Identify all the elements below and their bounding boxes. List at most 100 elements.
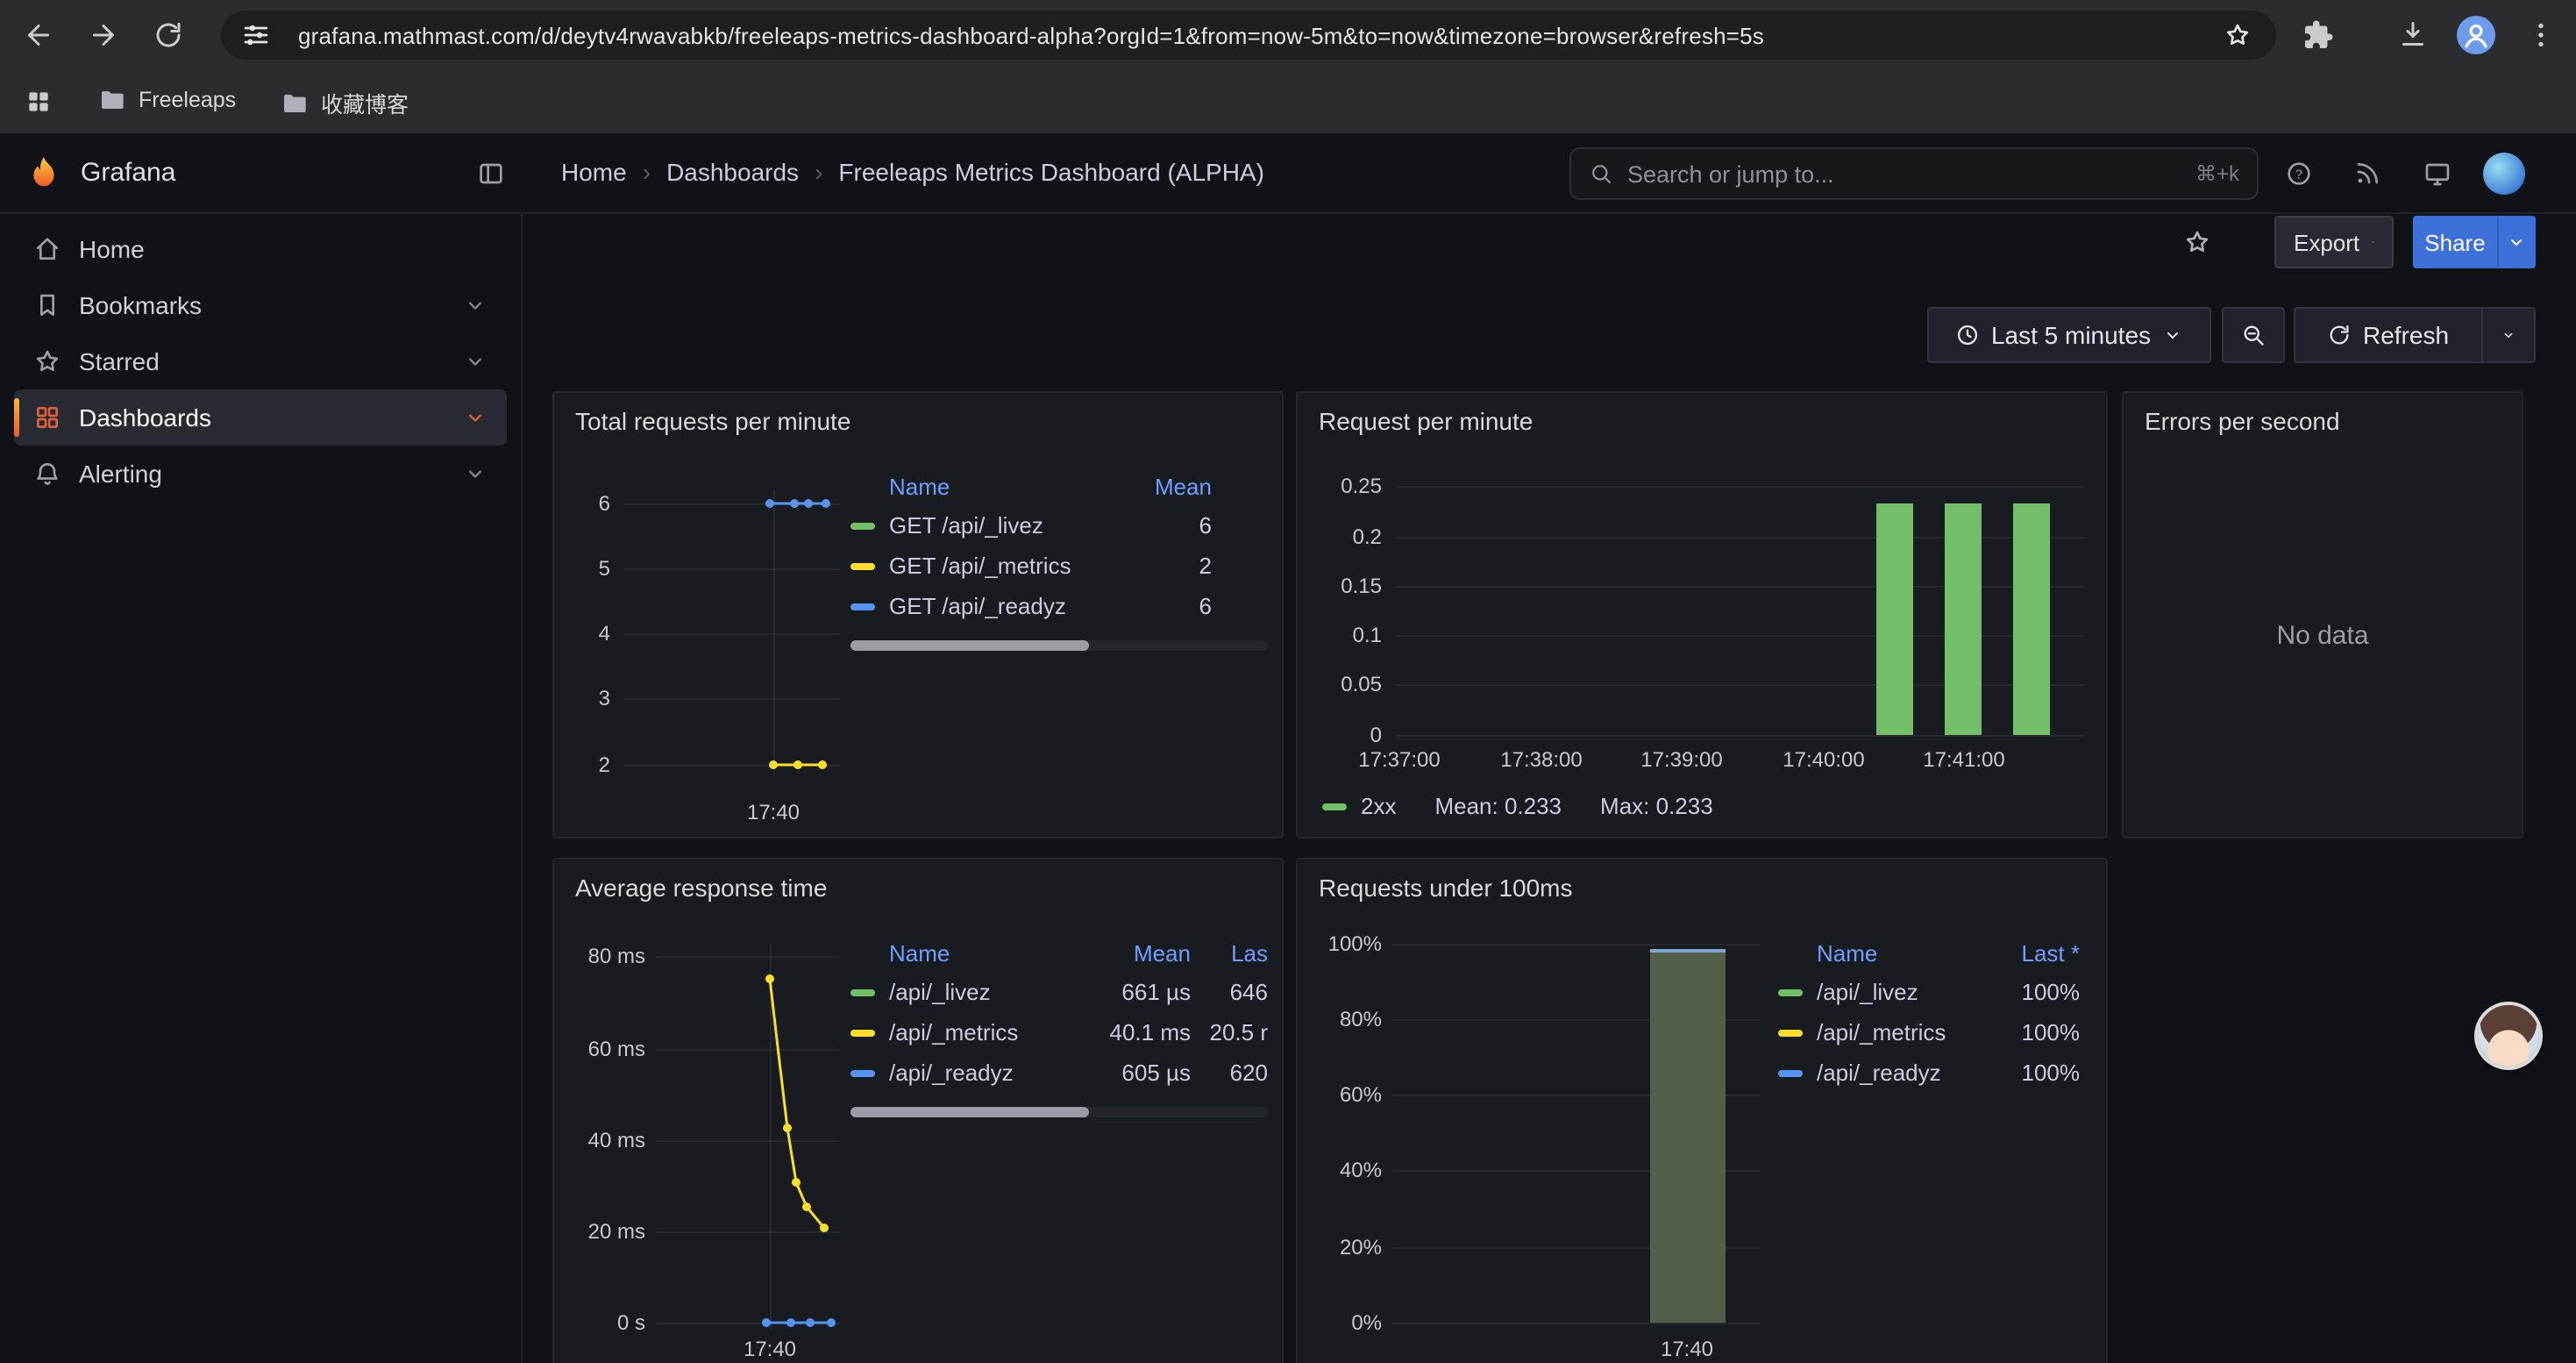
series-name[interactable]: GET /api/_readyz xyxy=(889,593,1149,619)
legend-header: Name Mean xyxy=(850,467,1268,505)
legend-scrollbar[interactable] xyxy=(850,1107,1268,1117)
legend-row[interactable]: /api/_livez 661 µs 646 xyxy=(850,972,1268,1012)
panel-errors-per-second[interactable]: Errors per second No data xyxy=(2122,391,2523,838)
bookmark-item-freeleaps[interactable]: Freeleaps xyxy=(98,86,236,114)
sidebar-item-label: Starred xyxy=(79,347,445,375)
user-avatar[interactable] xyxy=(2483,153,2525,195)
export-button[interactable]: Export xyxy=(2274,216,2394,268)
panel-requests-under-100ms[interactable]: Requests under 100ms 100% 80% 60% 40% 20… xyxy=(1296,858,2108,1363)
x-tick: 17:40 xyxy=(717,1337,822,1361)
browser-menu-icon[interactable] xyxy=(2525,19,2557,51)
refresh-button[interactable]: Refresh xyxy=(2294,307,2483,363)
series-name[interactable]: /api/_livez xyxy=(1817,979,1992,1005)
breadcrumb-dashboards[interactable]: Dashboards xyxy=(666,158,799,186)
series-mean: 605 µs xyxy=(1085,1060,1191,1086)
profile-icon[interactable] xyxy=(2457,16,2495,54)
y-tick: 20 ms xyxy=(568,1219,645,1244)
legend-row[interactable]: /api/_readyz 100% xyxy=(1778,1053,2080,1093)
legend-col-mean[interactable]: Mean xyxy=(1085,939,1191,966)
bookmark-star-icon[interactable] xyxy=(2224,21,2252,49)
back-icon[interactable] xyxy=(23,19,54,51)
sidebar-item-starred[interactable]: Starred xyxy=(14,333,507,389)
y-tick: 3 xyxy=(568,686,610,710)
collapse-menu-icon[interactable] xyxy=(477,160,505,188)
panel-total-requests[interactable]: Total requests per minute 6 5 4 3 2 17:4… xyxy=(552,391,1284,838)
series-name[interactable]: /api/_readyz xyxy=(889,1060,1071,1086)
time-range-picker[interactable]: Last 5 minutes xyxy=(1927,307,2211,363)
y-tick: 6 xyxy=(568,491,610,516)
x-tick: 17:40 xyxy=(1634,1337,1740,1361)
panel-avg-response-time[interactable]: Average response time 80 ms 60 ms 40 ms … xyxy=(552,858,1284,1363)
legend-col-name[interactable]: Name xyxy=(1817,939,1992,966)
sidebar-item-bookmarks[interactable]: Bookmarks xyxy=(14,277,507,333)
series-last: 620 xyxy=(1191,1060,1268,1086)
panel-request-per-minute[interactable]: Request per minute 0.25 0.2 0.15 0.1 0.0… xyxy=(1296,391,2108,838)
series-color-dash xyxy=(1322,803,1347,810)
x-tick: 17:41:00 xyxy=(1903,747,2025,772)
site-settings-icon[interactable] xyxy=(242,21,270,49)
search-box[interactable]: ⌘+k xyxy=(1569,147,2259,200)
legend-table: Name Mean Las /api/_livez 661 µs 646 /ap… xyxy=(850,933,1268,1093)
legend-row[interactable]: /api/_metrics 40.1 ms 20.5 r xyxy=(850,1012,1268,1053)
series-name[interactable]: /api/_readyz xyxy=(1817,1060,1992,1086)
scrollbar-thumb[interactable] xyxy=(850,1107,1088,1117)
legend-col-name[interactable]: Name xyxy=(889,939,1071,966)
sidebar-item-label: Dashboards xyxy=(79,403,445,432)
share-menu-button[interactable] xyxy=(2497,216,2536,268)
legend-row[interactable]: GET /api/_metrics 2 xyxy=(850,546,1268,586)
series-name[interactable]: /api/_metrics xyxy=(1817,1019,1992,1045)
sidebar-item-alerting[interactable]: Alerting xyxy=(14,446,507,502)
series-name[interactable]: /api/_metrics xyxy=(889,1019,1071,1045)
legend-row[interactable]: /api/_livez 100% xyxy=(1778,972,2080,1012)
scrollbar-thumb[interactable] xyxy=(850,640,1088,651)
y-tick: 0.1 xyxy=(1312,623,1382,647)
breadcrumb-separator: › xyxy=(643,158,651,186)
refresh-interval-button[interactable] xyxy=(2483,307,2536,363)
legend-col-last[interactable]: Las xyxy=(1191,939,1268,966)
y-tick: 40% xyxy=(1312,1158,1382,1182)
favorite-star-icon[interactable] xyxy=(2183,228,2211,256)
help-icon[interactable]: ? xyxy=(2285,160,2313,188)
series-name[interactable]: 2xx xyxy=(1361,793,1396,819)
monitor-icon[interactable] xyxy=(2423,160,2451,188)
search-shortcut: ⌘+k xyxy=(2195,161,2239,186)
home-icon xyxy=(33,235,61,263)
legend-row[interactable]: GET /api/_readyz 6 xyxy=(850,586,1268,626)
reload-icon[interactable] xyxy=(153,19,184,51)
series-name[interactable]: GET /api/_livez xyxy=(889,512,1149,539)
search-input[interactable] xyxy=(1627,161,2181,187)
sidebar-item-home[interactable]: Home xyxy=(14,221,507,277)
url-bar[interactable]: grafana.mathmast.com/d/deytv4rwavabkb/fr… xyxy=(221,11,2276,60)
assistant-avatar-bubble[interactable] xyxy=(2478,1005,2539,1067)
zoom-out-button[interactable] xyxy=(2222,307,2285,363)
series-max: Max: 0.233 xyxy=(1600,793,1713,819)
legend-col-name[interactable]: Name xyxy=(889,473,1149,499)
legend-scrollbar[interactable] xyxy=(850,640,1268,651)
star-icon xyxy=(33,347,61,375)
extensions-icon[interactable] xyxy=(2302,19,2334,51)
series-mean: 2 xyxy=(1149,553,1212,579)
breadcrumb-home[interactable]: Home xyxy=(561,158,627,186)
legend-row[interactable]: /api/_metrics 100% xyxy=(1778,1012,2080,1053)
share-button[interactable]: Share xyxy=(2413,216,2497,268)
legend-col-last[interactable]: Last * xyxy=(1992,939,2080,966)
forward-icon[interactable] xyxy=(88,19,119,51)
sidebar-item-dashboards[interactable]: Dashboards xyxy=(14,389,507,446)
news-rss-icon[interactable] xyxy=(2353,160,2381,188)
panel-title: Average response time xyxy=(575,874,827,902)
series-color-dash xyxy=(850,988,875,995)
series-name[interactable]: /api/_livez xyxy=(889,979,1071,1005)
legend-header: Name Last * xyxy=(1778,933,2080,972)
legend: 2xx Mean: 0.233 Max: 0.233 xyxy=(1322,793,1713,819)
clock-icon xyxy=(1956,323,1981,347)
downloads-icon[interactable] xyxy=(2397,19,2429,51)
series-mean: 661 µs xyxy=(1085,979,1191,1005)
legend-row[interactable]: /api/_readyz 605 µs 620 xyxy=(850,1053,1268,1093)
legend-row[interactable]: GET /api/_livez 6 xyxy=(850,505,1268,546)
apps-grid-icon[interactable] xyxy=(25,88,53,116)
y-tick: 40 ms xyxy=(568,1128,645,1152)
legend-col-mean[interactable]: Mean xyxy=(1149,473,1212,499)
series-name[interactable]: GET /api/_metrics xyxy=(889,553,1149,579)
url-text[interactable]: grafana.mathmast.com/d/deytv4rwavabkb/fr… xyxy=(298,22,1764,48)
bookmark-item-blogs[interactable]: 收藏博客 xyxy=(281,86,409,119)
